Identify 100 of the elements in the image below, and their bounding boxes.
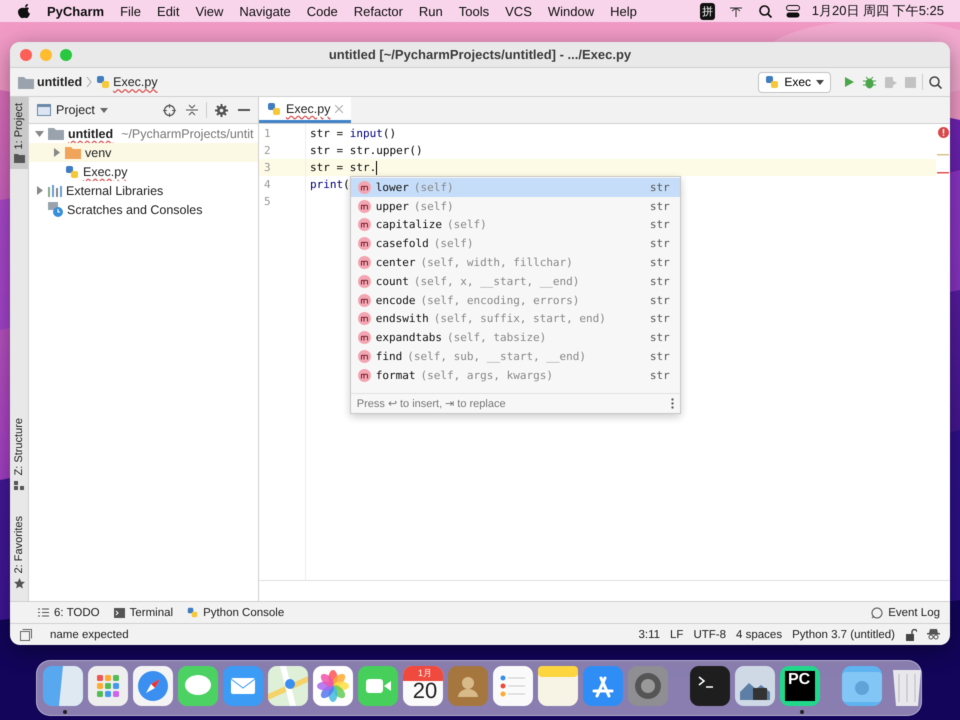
code-line: str = str.upper() [310,143,423,159]
crosshair-button[interactable] [161,102,178,118]
menu-item[interactable]: VCS [497,4,540,18]
project-view-dropdown[interactable]: Project [37,103,108,117]
tree-item-label: untitled [68,126,114,140]
apple-logo-icon[interactable] [18,4,31,18]
completion-item[interactable]: lower (self) str [350,178,680,197]
structure-icon [14,480,24,490]
editor-tab[interactable]: Exec.py [259,97,352,123]
dock-app[interactable]: 1月 20 [403,662,443,714]
completion-item[interactable]: find (self, sub, __start, __end) str [350,347,680,366]
tool-window-button[interactable]: Terminal [114,606,174,618]
scratch-clock-icon [48,202,63,217]
inspector-icon[interactable] [927,628,940,641]
tool-window-tab[interactable]: Z: Structure [10,412,28,496]
settings-button[interactable] [213,102,230,118]
python-icon [187,607,198,618]
warning-marker-icon [937,154,949,156]
menu-item[interactable]: File [112,4,150,18]
breadcrumb[interactable]: Exec.py [113,75,158,89]
menu-item[interactable]: Help [602,4,645,18]
project-path: ~/PycharmProjects/untit [121,126,254,140]
tool-window-button[interactable]: Event Log [871,606,940,618]
menu-item[interactable]: Tools [450,4,498,18]
tree-row[interactable]: External Libraries [29,181,258,200]
tool-window-button[interactable]: Python Console [187,606,284,618]
menu-item[interactable]: Window [540,4,602,18]
menu-item[interactable]: Code [298,4,346,18]
debug-button[interactable] [861,74,878,90]
tree-item-label: venv [85,146,112,160]
completion-item[interactable]: format (self, args, kwargs) str [350,366,680,385]
collapsed-arrow-icon[interactable] [35,186,44,195]
window-icon [37,104,51,116]
status-field[interactable]: 4 spaces [736,628,782,640]
dock-app[interactable]: PC [780,662,820,714]
method-icon [358,180,371,194]
clock[interactable]: 1月20日 周四 下午5:25 [812,2,944,20]
menu-item[interactable]: Run [410,4,451,18]
completion-item[interactable]: upper (self) str [350,196,680,216]
close-icon[interactable] [335,104,344,112]
python-icon [765,75,780,89]
expanded-arrow-icon[interactable] [35,129,44,138]
method-icon [358,368,371,382]
running-indicator [800,710,804,714]
menu-item[interactable]: Navigate [231,4,299,18]
breadcrumb[interactable]: untitled [37,75,82,89]
status-message: name expected [50,628,129,640]
antenna-icon[interactable] [728,5,743,17]
tree-row[interactable]: untitled ~/PycharmProjects/untit [29,124,258,143]
tool-window-tab[interactable]: 2: Favorites [10,510,28,595]
method-icon [358,274,371,288]
status-field[interactable]: Python 3.7 (untitled) [792,628,895,640]
method-icon [358,256,371,270]
caret-icon [816,80,824,84]
app-menu[interactable]: PyCharm [39,4,112,18]
window-title: untitled [~/PycharmProjects/untitled] - .../Exec.py [328,47,632,62]
caret-icon [100,108,108,112]
panel-toggle-icon[interactable] [20,628,32,640]
close-button[interactable] [20,49,32,61]
library-bars-icon [48,184,62,196]
line-number: 3 [259,159,305,176]
calendar-month: 1月 [418,668,432,678]
completion-item[interactable]: count (self, x, __start, __end) str [350,272,680,291]
completion-item[interactable]: casefold (self) str [350,234,680,254]
toggles-icon[interactable] [786,4,800,18]
python-file-icon [96,75,110,89]
launchpad-icon [88,666,128,706]
completion-item[interactable]: expandtabs (self, tabsize) str [350,328,680,348]
tool-window-tab[interactable]: 1: Project [10,97,28,170]
status-field[interactable]: UTF-8 [693,628,726,640]
collapsed-arrow-icon[interactable] [52,148,61,157]
settings-icon [628,666,668,706]
input-method-indicator[interactable]: 拼 [700,2,715,20]
status-field[interactable]: 3:11 [638,628,660,640]
completion-item[interactable]: center (self, width, fillchar) str [350,253,680,272]
tool-window-button[interactable]: 6: TODO [38,606,100,618]
lock-icon[interactable] [905,628,917,640]
menu-item[interactable]: Edit [149,4,188,18]
search-icon[interactable] [758,4,772,18]
completion-hint: Press ↩ to insert, ⇥ to replace [356,397,506,410]
more-options-icon[interactable] [670,398,674,409]
status-field[interactable]: LF [670,628,684,640]
code-line: str = input() [310,126,396,142]
method-icon [358,200,371,213]
tree-row[interactable]: Scratches and Consoles [29,200,258,219]
tree-row[interactable]: Exec.py [29,162,258,181]
run-configuration-dropdown[interactable]: Exec [758,72,831,92]
error-icon[interactable] [938,127,948,138]
completion-item[interactable]: endswith (self, suffix, start, end) str [350,310,680,328]
line-number: 4 [263,177,272,193]
method-icon [358,294,371,307]
tree-row[interactable]: venv [29,143,258,162]
search-button[interactable] [927,74,944,90]
terminal-icon [690,666,730,706]
collapse-all-button[interactable] [184,102,200,118]
method-icon [358,331,371,344]
menu-item[interactable]: View [187,4,232,18]
completion-item[interactable]: capitalize (self) str [350,216,680,234]
menu-item[interactable]: Refactor [346,4,411,18]
completion-item[interactable]: encode (self, encoding, errors) str [350,290,680,310]
